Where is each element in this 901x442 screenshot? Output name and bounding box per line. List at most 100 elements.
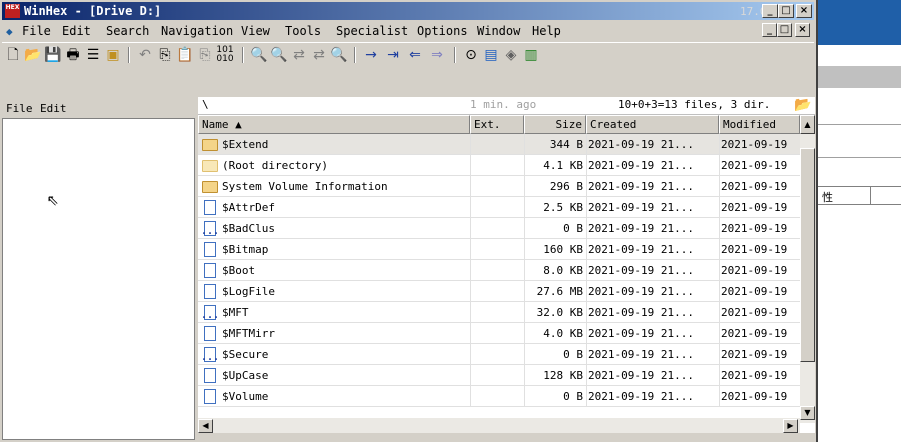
scroll-left-button[interactable]: ◀	[198, 419, 213, 433]
background-cell-text: 性	[822, 191, 833, 204]
goto-icon[interactable]: →	[362, 46, 380, 64]
table-row[interactable]: (Root directory) 4.1 KB 2021-09-19 21... 20…	[198, 155, 800, 176]
column-divider	[586, 218, 587, 239]
menu-file[interactable]: File	[22, 24, 51, 38]
convert-binary-icon[interactable]: 101 010	[216, 46, 234, 64]
find-next-icon[interactable]: 🔍	[330, 46, 348, 64]
minimize-button[interactable]: _	[762, 4, 778, 18]
column-divider	[719, 281, 720, 302]
column-divider	[524, 134, 525, 155]
file-name: $Extend	[222, 138, 269, 151]
menu-navigation[interactable]: Navigation	[161, 24, 233, 38]
new-file-icon[interactable]: 🗋	[4, 46, 22, 64]
document-menu-icon[interactable]: ◆	[6, 25, 13, 38]
find-icon[interactable]: 🔍	[250, 46, 268, 64]
column-divider	[470, 344, 471, 365]
column-header-ext[interactable]: Ext.	[470, 115, 524, 134]
left-menu-file[interactable]: File	[6, 102, 33, 115]
vertical-scrollbar[interactable]: ▼	[800, 134, 815, 423]
file-size: 344 B	[549, 138, 583, 151]
horizontal-scrollbar[interactable]: ◀ ▶	[198, 418, 800, 433]
menu-view[interactable]: View	[241, 24, 270, 38]
file-created: 2021-09-19 21...	[588, 243, 694, 256]
column-header-size[interactable]: Size	[524, 115, 586, 134]
menu-options[interactable]: Options	[417, 24, 468, 38]
find-hex-icon[interactable]: 🔍	[270, 46, 288, 64]
column-divider	[586, 365, 587, 386]
disk-icon[interactable]: ◈	[502, 46, 520, 64]
scroll-right-button[interactable]: ▶	[783, 419, 798, 433]
column-divider	[470, 260, 471, 281]
table-row[interactable]: $MFT 32.0 KB 2021-09-19 21... 2021-09-19	[198, 302, 800, 323]
table-row[interactable]: $MFTMirr 4.0 KB 2021-09-19 21... 2021-09-19	[198, 323, 800, 344]
maximize-button[interactable]: □	[778, 4, 794, 18]
print-icon[interactable]: 🖶	[64, 46, 82, 64]
paste-clipboard-icon[interactable]: ⎘	[196, 46, 214, 64]
replace-text-icon[interactable]: ⇄	[290, 46, 308, 64]
table-row[interactable]: $LogFile 27.6 MB 2021-09-19 21... 2021-09-1…	[198, 281, 800, 302]
ram-icon[interactable]: ▥	[522, 46, 540, 64]
data-interpreter-icon[interactable]: ▤	[482, 46, 500, 64]
vertical-scroll-thumb[interactable]	[800, 148, 815, 362]
mdi-close-button[interactable]: ×	[795, 23, 810, 37]
column-header-created[interactable]: Created	[586, 115, 719, 134]
scroll-down-button[interactable]: ▼	[800, 406, 815, 420]
menu-edit[interactable]: Edit	[62, 24, 91, 38]
close-button[interactable]: ×	[796, 4, 812, 18]
column-divider	[586, 323, 587, 344]
goto-offset-icon[interactable]: ⇥	[384, 46, 402, 64]
scroll-up-button[interactable]: ▲	[800, 115, 815, 134]
file-size: 0 B	[563, 222, 583, 235]
undo-icon[interactable]: ↶	[136, 46, 154, 64]
menu-help[interactable]: Help	[532, 24, 561, 38]
column-divider	[524, 365, 525, 386]
file-created: 2021-09-19 21...	[588, 264, 694, 277]
column-header-name[interactable]: Name ▲	[198, 115, 470, 134]
column-divider	[470, 239, 471, 260]
open-folder-icon[interactable]: 📂	[794, 97, 811, 113]
table-row[interactable]: $Bitmap 160 KB 2021-09-19 21... 2021-09-19	[198, 239, 800, 260]
file-name: $Bitmap	[222, 243, 269, 256]
table-row[interactable]: $UpCase 128 KB 2021-09-19 21... 2021-09-19	[198, 365, 800, 386]
column-divider	[586, 260, 587, 281]
menu-window[interactable]: Window	[477, 24, 520, 38]
winhex-app-icon[interactable]: HEX	[5, 4, 20, 18]
table-row[interactable]: $Secure 0 B 2021-09-19 21... 2021-09-19	[198, 344, 800, 365]
column-header-modified[interactable]: Modified	[719, 115, 800, 134]
table-row[interactable]: $Volume 0 B 2021-09-19 21... 2021-09-19	[198, 386, 800, 407]
paste-icon[interactable]: 📋	[176, 46, 194, 64]
table-row[interactable]: $BadClus 0 B 2021-09-19 21... 2021-09-19	[198, 218, 800, 239]
file-created: 2021-09-19 21...	[588, 159, 694, 172]
file-icon	[204, 284, 216, 299]
menu-search[interactable]: Search	[106, 24, 149, 38]
left-menu-edit[interactable]: Edit	[40, 102, 67, 115]
menu-tools[interactable]: Tools	[285, 24, 321, 38]
menu-specialist[interactable]: Specialist	[336, 24, 408, 38]
table-row[interactable]: $Extend 344 B 2021-09-19 21... 2021-09-19	[198, 134, 800, 155]
disk-tools-icon[interactable]: ⊙	[462, 46, 480, 64]
toolbar-separator	[242, 47, 244, 63]
open-disk-icon[interactable]: ▣	[104, 46, 122, 64]
file-icon	[201, 221, 219, 237]
mdi-minimize-button[interactable]: _	[762, 23, 777, 37]
title-bar[interactable]: HEX WinHex - [Drive D:] 17.0 _ □ ×	[2, 2, 814, 20]
column-divider	[524, 344, 525, 365]
mdi-restore-button[interactable]: □	[777, 23, 792, 37]
replace-hex-icon[interactable]: ⇄	[310, 46, 328, 64]
open-folder-icon[interactable]: 📂	[24, 46, 42, 64]
folder-icon	[202, 160, 218, 172]
file-modified: 2021-09-19	[721, 285, 788, 298]
properties-icon[interactable]: ☰	[84, 46, 102, 64]
forward-icon[interactable]: ⇒	[428, 46, 446, 64]
copy-icon[interactable]: ⎘	[156, 46, 174, 64]
column-divider	[524, 260, 525, 281]
table-row[interactable]: $AttrDef 2.5 KB 2021-09-19 21... 2021-09-19	[198, 197, 800, 218]
save-icon[interactable]: 💾	[44, 46, 62, 64]
left-panel[interactable]	[2, 98, 195, 440]
back-icon[interactable]: ⇐	[406, 46, 424, 64]
table-row[interactable]: System Volume Information 296 B 2021-09-19…	[198, 176, 800, 197]
table-row[interactable]: $Boot 8.0 KB 2021-09-19 21... 2021-09-19	[198, 260, 800, 281]
background-window-header-cell: 性	[818, 186, 901, 205]
file-name: $AttrDef	[222, 201, 275, 214]
column-divider	[870, 187, 871, 205]
